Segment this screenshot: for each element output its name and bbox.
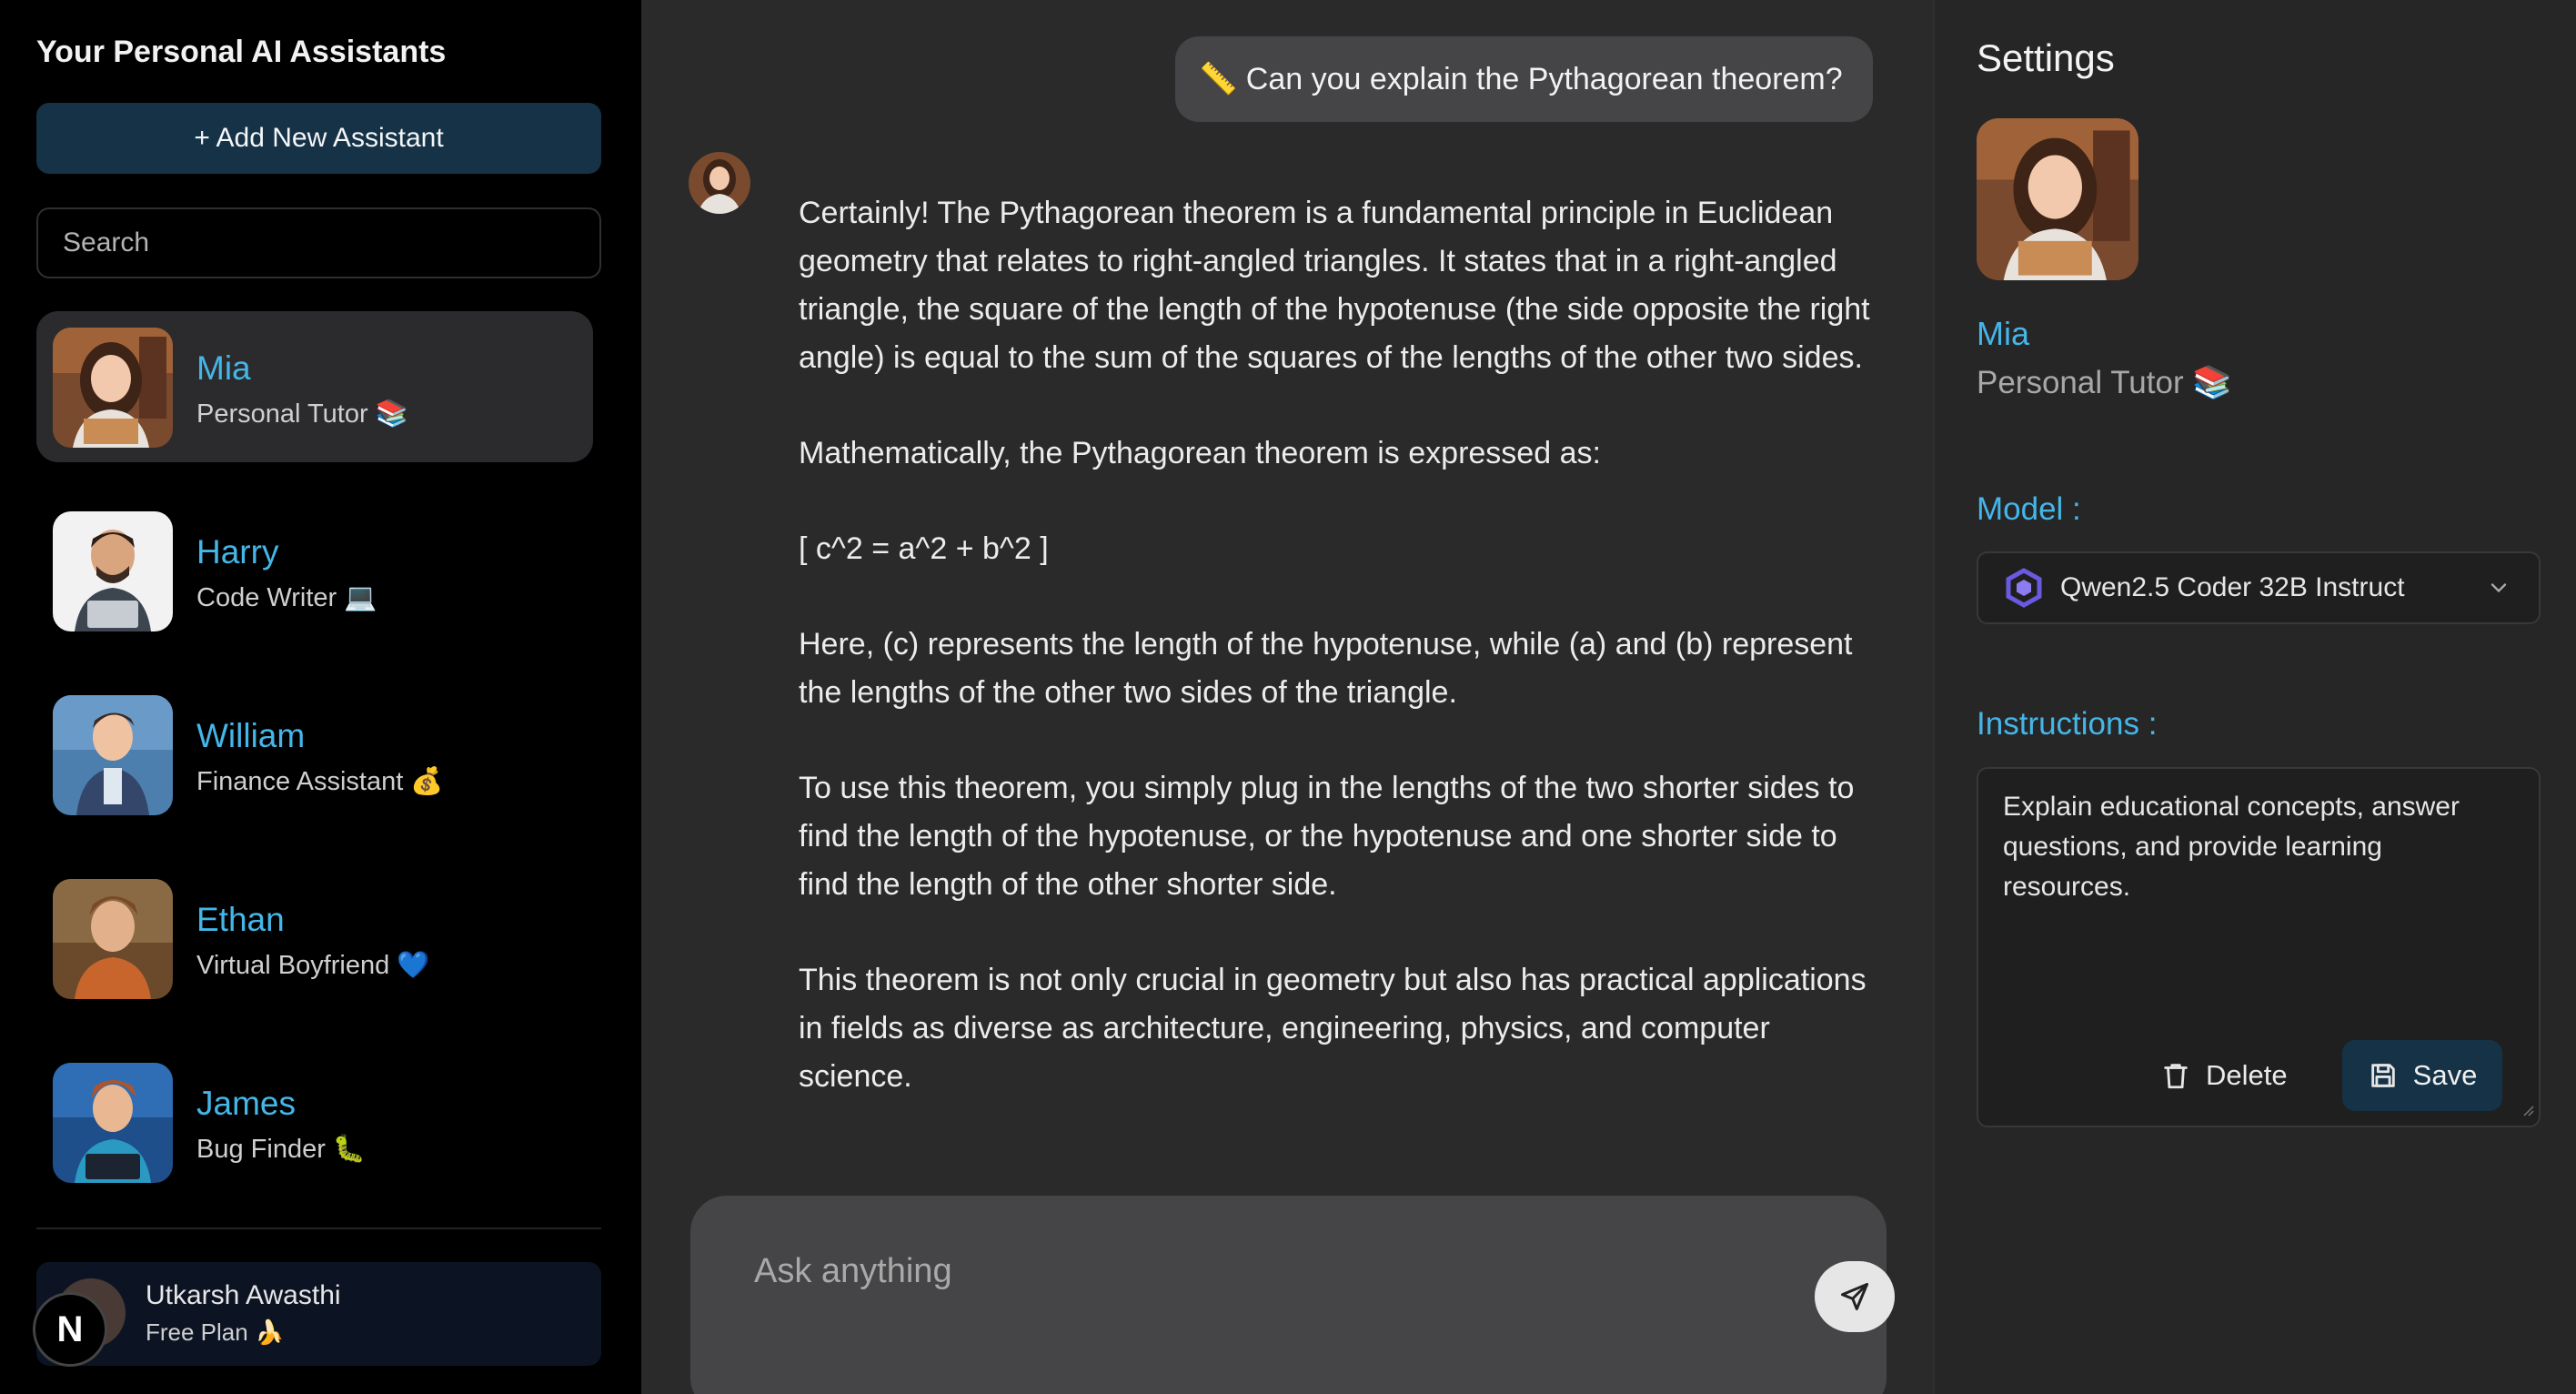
chat-input[interactable] <box>754 1252 1709 1291</box>
user-profile-card[interactable]: Utkarsh Awasthi Free Plan 🍌 <box>36 1262 601 1366</box>
message-paragraph: To use this theorem, you simply plug in … <box>799 771 1855 902</box>
settings-panel: Settings Mia Personal Tutor 📚 Model : Qw… <box>1933 0 2576 1394</box>
assistant-item-william[interactable]: William Finance Assistant 💰 <box>36 679 593 830</box>
user-message-bubble: 📏 Can you explain the Pythagorean theore… <box>1175 36 1873 122</box>
assistant-name: Harry <box>196 533 279 571</box>
assistant-role: Bug Finder 🐛 <box>196 1135 367 1164</box>
delete-button[interactable]: Delete <box>2133 1040 2315 1111</box>
chat-panel: 📏 Can you explain the Pythagorean theore… <box>641 0 1933 1394</box>
message-paragraph: [ c^2 = a^2 + b^2 ] <box>799 531 1049 566</box>
resize-grip-icon[interactable] <box>2521 1103 2535 1122</box>
send-icon <box>1838 1280 1871 1313</box>
save-icon <box>2368 1060 2399 1091</box>
delete-label: Delete <box>2206 1059 2288 1091</box>
user-plan: Free Plan 🍌 <box>146 1318 285 1346</box>
chat-composer <box>690 1196 1895 1394</box>
message-paragraph: Here, (c) represents the length of the h… <box>799 627 1853 710</box>
search-input[interactable] <box>63 227 575 258</box>
assistant-item-ethan[interactable]: Ethan Virtual Boyfriend 💙 <box>36 863 593 1014</box>
assistant-item-harry[interactable]: Harry Code Writer 💻 <box>36 495 593 646</box>
search-box[interactable] <box>36 207 601 278</box>
send-button[interactable] <box>1815 1261 1895 1332</box>
assistant-name: Ethan <box>196 901 285 938</box>
message-paragraph: This theorem is not only crucial in geom… <box>799 963 1867 1094</box>
save-label: Save <box>2412 1059 2478 1091</box>
save-button[interactable]: Save <box>2342 1040 2502 1111</box>
assistant-message: Certainly! The Pythagorean theorem is a … <box>799 189 1890 1148</box>
add-new-assistant-button[interactable]: + Add New Assistant <box>36 103 601 174</box>
model-select[interactable]: Qwen2.5 Coder 32B Instruct <box>1977 551 2541 624</box>
trash-icon <box>2160 1060 2191 1091</box>
instructions-text[interactable]: Explain educational concepts, answer que… <box>2003 787 2512 907</box>
avatar <box>53 695 173 815</box>
assistant-role: Code Writer 💻 <box>196 583 377 612</box>
chevron-down-icon <box>2486 575 2511 605</box>
settings-assistant-name: Mia <box>1977 315 2030 352</box>
avatar <box>53 1063 173 1183</box>
avatar <box>53 879 173 999</box>
assistant-name: James <box>196 1085 296 1122</box>
message-paragraph: Certainly! The Pythagorean theorem is a … <box>799 196 1870 375</box>
message-paragraph: Mathematically, the Pythagorean theorem … <box>799 436 1601 470</box>
assistant-role: Personal Tutor 📚 <box>196 399 408 429</box>
instructions-textarea[interactable]: Explain educational concepts, answer que… <box>1977 767 2541 1127</box>
qwen-logo-icon <box>2004 568 2044 608</box>
sidebar: Your Personal AI Assistants + Add New As… <box>0 0 641 1394</box>
assistant-item-mia[interactable]: Mia Personal Tutor 📚 <box>36 311 593 462</box>
sidebar-divider <box>36 1227 601 1229</box>
settings-assistant-role: Personal Tutor 📚 <box>1977 365 2232 400</box>
avatar <box>53 511 173 631</box>
assistant-avatar-large <box>1977 118 2138 280</box>
instructions-label: Instructions : <box>1977 706 2158 742</box>
settings-title: Settings <box>1977 36 2115 79</box>
assistant-avatar <box>689 152 750 214</box>
model-value: Qwen2.5 Coder 32B Instruct <box>2060 572 2405 602</box>
assistant-role: Virtual Boyfriend 💙 <box>196 951 430 980</box>
assistant-item-james[interactable]: James Bug Finder 🐛 <box>36 1046 593 1197</box>
assistant-name: Mia <box>196 349 251 387</box>
nextjs-badge-icon[interactable]: N <box>33 1292 107 1367</box>
avatar <box>53 328 173 448</box>
sidebar-title: Your Personal AI Assistants <box>36 35 447 69</box>
model-label: Model : <box>1977 491 2081 527</box>
user-name: Utkarsh Awasthi <box>146 1280 341 1310</box>
assistant-role: Finance Assistant 💰 <box>196 767 444 796</box>
assistant-name: William <box>196 717 306 754</box>
